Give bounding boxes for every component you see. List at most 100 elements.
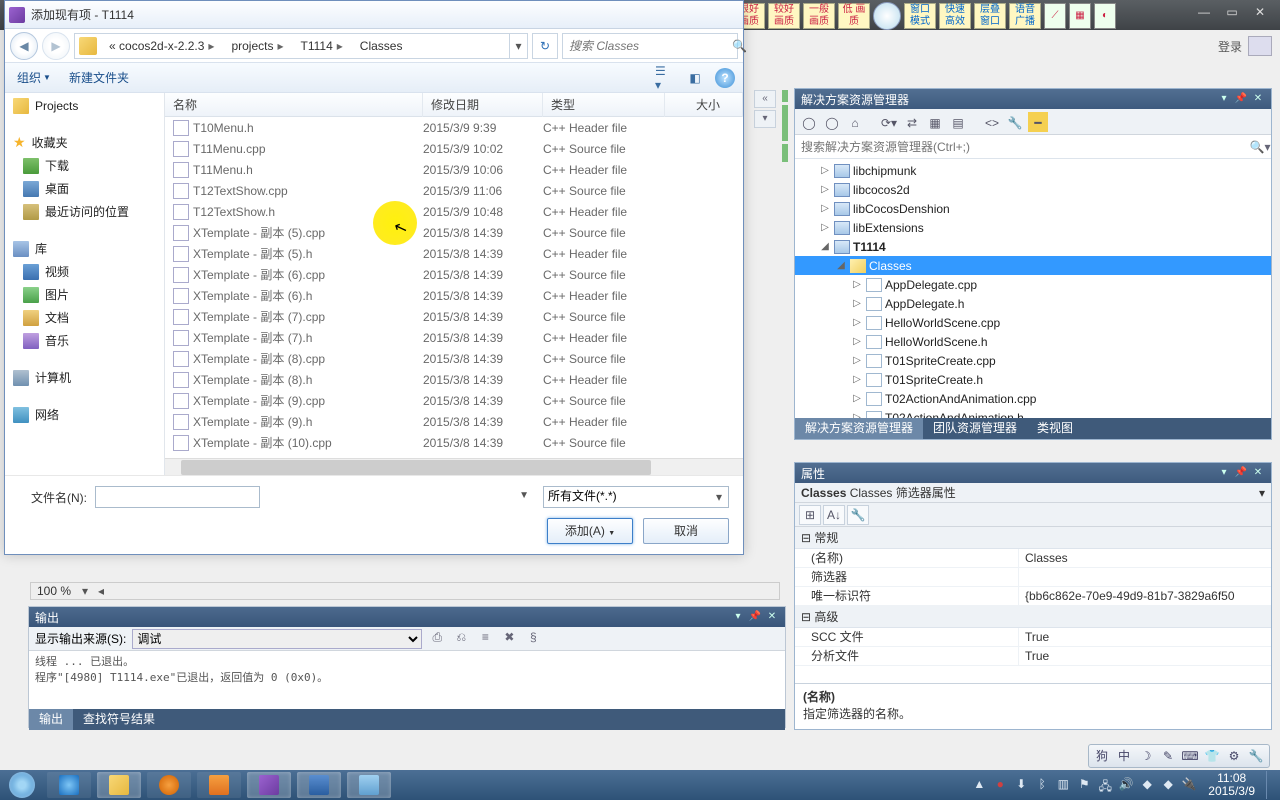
expand-icon[interactable]: ▷ <box>819 222 831 233</box>
tray-app1-icon[interactable]: ◆ <box>1139 777 1155 793</box>
tray-net2-icon[interactable]: 🖧 <box>1097 777 1113 793</box>
tree-item[interactable]: ◢T1114 <box>795 237 1271 256</box>
expand-icon[interactable]: ▷ <box>819 184 831 195</box>
tray-clock[interactable]: 11:082015/3/9 <box>1202 772 1261 798</box>
property-category[interactable]: ⊟ 高级 <box>795 606 1271 628</box>
dialog-sidebar[interactable]: Projects ★收藏夹 下载 桌面 最近访问的位置 库 视频 图片 文档 音… <box>5 93 165 475</box>
tree-item[interactable]: ▷libchipmunk <box>795 161 1271 180</box>
search-icon[interactable]: 🔍 <box>732 39 747 53</box>
output-tab-findsymbol[interactable]: 查找符号结果 <box>73 709 165 730</box>
file-row[interactable]: XTemplate - 副本 (5).h2015/3/8 14:39C++ He… <box>165 243 743 264</box>
sidebar-documents[interactable]: 文档 <box>5 306 164 329</box>
tree-item[interactable]: ▷libCocosDenshion <box>795 199 1271 218</box>
breadcrumb[interactable]: « cocos2d-x-2.2.3▸ projects▸ T1114▸ Clas… <box>74 33 528 59</box>
sol-tb-wrench-icon[interactable]: 🔧 <box>1005 112 1025 132</box>
ime-moon-icon[interactable]: ☽ <box>1137 747 1155 765</box>
sidebar-projects[interactable]: Projects <box>5 95 164 117</box>
badge-quality-4[interactable]: 一般 画质 <box>803 3 835 29</box>
tree-item[interactable]: ▷libExtensions <box>795 218 1271 237</box>
badge-quality-5[interactable]: 低 画质 <box>838 3 870 29</box>
file-row[interactable]: XTemplate - 副本 (9).cpp2015/3/8 14:39C++ … <box>165 390 743 411</box>
output-tb-icon-1[interactable]: ⎙ <box>428 630 446 648</box>
sidebar-downloads[interactable]: 下载 <box>5 154 164 177</box>
expand-icon[interactable]: ▷ <box>851 279 863 290</box>
add-button[interactable]: 添加(A) ▼ <box>547 518 633 544</box>
properties-close-icon[interactable]: ✕ <box>1251 466 1265 480</box>
file-row[interactable]: XTemplate - 副本 (8).cpp2015/3/8 14:39C++ … <box>165 348 743 369</box>
task-wmplayer[interactable] <box>147 772 191 798</box>
sol-tb-code-icon[interactable]: <> <box>982 112 1002 132</box>
tree-item[interactable]: ▷T02ActionAndAnimation.cpp <box>795 389 1271 408</box>
ime-gear-icon[interactable]: ⚙ <box>1225 747 1243 765</box>
tree-item[interactable]: ▷HelloWorldScene.cpp <box>795 313 1271 332</box>
breadcrumb-seg-1[interactable]: « cocos2d-x-2.2.3▸ <box>101 34 223 58</box>
tray-up-icon[interactable]: ▲ <box>971 777 987 793</box>
sol-tb-props-icon[interactable]: ▤ <box>948 112 968 132</box>
expand-icon[interactable]: ▷ <box>819 165 831 176</box>
maximize-button[interactable]: ▭ <box>1218 5 1246 25</box>
expand-icon[interactable]: ▷ <box>851 374 863 385</box>
sol-tb-home-icon[interactable]: ⌂ <box>845 112 865 132</box>
tray-rec-icon[interactable]: ● <box>992 777 1008 793</box>
tray-net-icon[interactable]: ▥ <box>1055 777 1071 793</box>
output-source-select[interactable]: 调试 <box>132 629 422 649</box>
badge-window-4[interactable]: 语音 广播 <box>1009 3 1041 29</box>
file-row[interactable]: XTemplate - 副本 (8).h2015/3/8 14:39C++ He… <box>165 369 743 390</box>
expand-icon[interactable]: ◢ <box>819 241 831 252</box>
tray-vol-icon[interactable]: 🔊 <box>1118 777 1134 793</box>
file-list[interactable]: T10Menu.h2015/3/9 9:39C++ Header file T11… <box>165 117 743 458</box>
prop-categorized-icon[interactable]: ⊞ <box>799 505 821 525</box>
tree-item[interactable]: ◢Classes <box>795 256 1271 275</box>
task-foxit[interactable] <box>197 772 241 798</box>
sol-tab-explorer[interactable]: 解决方案资源管理器 <box>795 418 923 439</box>
file-row[interactable]: XTemplate - 副本 (9).h2015/3/8 14:39C++ He… <box>165 411 743 432</box>
expand-icon[interactable]: ◢ <box>835 260 847 271</box>
sol-tab-classview[interactable]: 类视图 <box>1027 418 1083 439</box>
file-row[interactable]: XTemplate - 副本 (7).cpp2015/3/8 14:39C++ … <box>165 306 743 327</box>
file-row[interactable]: T11Menu.h2015/3/9 10:06C++ Header file <box>165 159 743 180</box>
sol-tb-highlight-icon[interactable]: ━ <box>1028 112 1048 132</box>
tray-dl-icon[interactable]: ⬇ <box>1013 777 1029 793</box>
col-type[interactable]: 类型 <box>543 93 665 117</box>
sidebar-computer[interactable]: 计算机 <box>5 366 164 389</box>
tray-action-icon[interactable]: ⚑ <box>1076 777 1092 793</box>
expand-icon[interactable]: ▷ <box>819 203 831 214</box>
sidebar-favorites[interactable]: ★收藏夹 <box>5 131 164 154</box>
tree-item[interactable]: ▷AppDelegate.cpp <box>795 275 1271 294</box>
ime-wrench-icon[interactable]: 🔧 <box>1247 747 1265 765</box>
properties-pin-icon[interactable]: 📌 <box>1234 466 1248 480</box>
badge-tool-1[interactable]: ⟋ <box>1044 3 1066 29</box>
show-desktop-button[interactable] <box>1266 771 1276 799</box>
expand-icon[interactable]: ▷ <box>851 298 863 309</box>
badge-window-1[interactable]: 窗口 模式 <box>904 3 936 29</box>
sidebar-music[interactable]: 音乐 <box>5 329 164 352</box>
organize-button[interactable]: 组织▼ <box>13 67 55 88</box>
tray-app2-icon[interactable]: ◆ <box>1160 777 1176 793</box>
badge-globe-icon[interactable] <box>873 2 901 30</box>
expand-icon[interactable]: ▷ <box>851 336 863 347</box>
sidebar-recent[interactable]: 最近访问的位置 <box>5 200 164 223</box>
ime-tool-icon[interactable]: ✎ <box>1159 747 1177 765</box>
col-date[interactable]: 修改日期 <box>423 93 543 117</box>
solution-search-input[interactable] <box>795 140 1249 154</box>
ime-skin-icon[interactable]: 👕 <box>1203 747 1221 765</box>
tree-item[interactable]: ▷AppDelegate.h <box>795 294 1271 313</box>
file-row[interactable]: T10Menu.h2015/3/9 9:39C++ Header file <box>165 117 743 138</box>
file-row[interactable]: XTemplate - 副本 (5).cpp2015/3/8 14:39C++ … <box>165 222 743 243</box>
task-photoviewer[interactable] <box>347 772 391 798</box>
task-visualstudio[interactable] <box>247 772 291 798</box>
task-ie[interactable] <box>47 772 91 798</box>
help-button[interactable]: ? <box>715 68 735 88</box>
zoom-bar[interactable]: 100 % ▾◂ <box>30 582 780 600</box>
solution-tree[interactable]: ▷libchipmunk▷libcocos2d▷libCocosDenshion… <box>795 159 1271 418</box>
tray-bt-icon[interactable]: ᛒ <box>1034 777 1050 793</box>
solution-search-icon[interactable]: 🔍▾ <box>1249 140 1271 154</box>
sidebar-video[interactable]: 视频 <box>5 260 164 283</box>
sol-tb-showall-icon[interactable]: ▦ <box>925 112 945 132</box>
filename-input[interactable] <box>95 486 260 508</box>
collapsed-btn-2[interactable]: ▾ <box>754 110 776 128</box>
output-pin-icon[interactable]: 📌 <box>748 610 762 624</box>
output-tb-icon-4[interactable]: ✖ <box>500 630 518 648</box>
breadcrumb-dropdown[interactable]: ▾ <box>509 34 527 58</box>
property-value[interactable] <box>1019 568 1271 586</box>
